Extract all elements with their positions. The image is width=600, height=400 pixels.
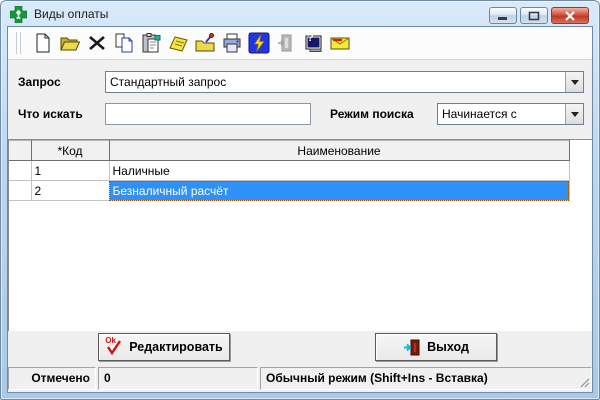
ok-icon-text: Ok bbox=[105, 336, 116, 345]
close-icon bbox=[565, 10, 575, 21]
lightning-icon[interactable] bbox=[245, 30, 272, 56]
toolbar: ? bbox=[8, 27, 592, 60]
search-mode-value: Начинается с bbox=[442, 107, 517, 121]
print-icon[interactable] bbox=[218, 30, 245, 56]
chevron-down-icon bbox=[570, 80, 579, 89]
maximize-button[interactable] bbox=[520, 7, 548, 24]
edit-button-label: Редактировать bbox=[129, 340, 223, 354]
name-cell-selected[interactable]: Безналичный расчёт bbox=[109, 180, 570, 201]
query-combobox[interactable]: Стандартный запрос bbox=[105, 71, 584, 93]
hotkeys-icon[interactable]: ? bbox=[299, 30, 326, 56]
name-cell[interactable]: Наличные bbox=[109, 160, 570, 181]
search-mode-dropdown-button[interactable] bbox=[565, 104, 583, 124]
exit-button[interactable]: Выход bbox=[375, 333, 497, 361]
new-document-icon[interactable] bbox=[29, 30, 56, 56]
search-input[interactable] bbox=[105, 103, 311, 125]
status-marked-count: 0 bbox=[98, 367, 258, 390]
copy-icon[interactable] bbox=[110, 30, 137, 56]
search-mode-combobox[interactable]: Начинается с bbox=[437, 103, 584, 125]
save-folder-icon[interactable] bbox=[191, 30, 218, 56]
statusbar: Отмечено 0 Обычный режим (Shift+Ins - Вс… bbox=[8, 367, 592, 390]
close-button[interactable] bbox=[551, 7, 589, 24]
payment-types-grid: *Код Наименование 1 Наличные 2 Безналичный … bbox=[8, 139, 592, 331]
search-label: Что искать bbox=[18, 107, 83, 121]
code-cell[interactable]: 1 bbox=[31, 160, 110, 181]
window-title: Виды оплаты bbox=[34, 7, 109, 21]
chevron-down-icon bbox=[570, 112, 579, 121]
code-cell[interactable]: 2 bbox=[31, 180, 110, 201]
code-column-header[interactable]: *Код bbox=[31, 140, 110, 161]
delete-icon[interactable] bbox=[83, 30, 110, 56]
status-mode-text: Обычный режим (Shift+Ins - Вставка) bbox=[260, 367, 592, 390]
exit-disabled-icon[interactable] bbox=[272, 30, 299, 56]
maximize-icon bbox=[528, 11, 540, 20]
email-icon[interactable] bbox=[326, 30, 353, 56]
open-folder-icon[interactable] bbox=[56, 30, 83, 56]
indicator-column-header[interactable] bbox=[9, 140, 32, 161]
toolbar-gripper[interactable] bbox=[16, 32, 21, 54]
resize-grip-icon[interactable] bbox=[578, 376, 590, 388]
row-indicator-cell[interactable] bbox=[9, 180, 32, 201]
row-indicator-cell[interactable] bbox=[9, 160, 32, 181]
status-mode-value: Обычный режим (Shift+Ins - Вставка) bbox=[266, 371, 488, 385]
table-row[interactable]: 2 Безналичный расчёт bbox=[9, 180, 570, 201]
grid-header-row: *Код Наименование bbox=[9, 140, 570, 161]
query-combobox-value: Стандартный запрос bbox=[110, 75, 227, 89]
name-column-header[interactable]: Наименование bbox=[109, 140, 570, 161]
ok-check-icon: Ok bbox=[105, 336, 123, 356]
hotkeys-question-glyph: ? bbox=[307, 32, 314, 44]
status-marked-label: Отмечено bbox=[8, 367, 96, 390]
query-label: Запрос bbox=[18, 75, 61, 89]
app-logo-icon bbox=[10, 5, 27, 23]
edit-note-icon[interactable] bbox=[164, 30, 191, 56]
paste-icon[interactable] bbox=[137, 30, 164, 56]
query-dropdown-button[interactable] bbox=[565, 72, 583, 92]
minimize-button[interactable] bbox=[489, 7, 517, 24]
app-window: Виды оплаты ? Запрос Стандартный запрос … bbox=[0, 0, 600, 400]
grid-body: 1 Наличные 2 Безналичный расчёт bbox=[9, 160, 570, 201]
minimize-icon bbox=[498, 16, 507, 20]
exit-button-label: Выход bbox=[427, 340, 469, 354]
client-area: ? Запрос Стандартный запрос Что искать Р… bbox=[8, 27, 592, 392]
search-mode-label: Режим поиска bbox=[330, 107, 414, 121]
table-row[interactable]: 1 Наличные bbox=[9, 160, 570, 181]
edit-button[interactable]: Ok Редактировать bbox=[98, 333, 230, 361]
titlebar[interactable]: Виды оплаты bbox=[0, 0, 600, 27]
exit-door-icon bbox=[404, 339, 420, 355]
